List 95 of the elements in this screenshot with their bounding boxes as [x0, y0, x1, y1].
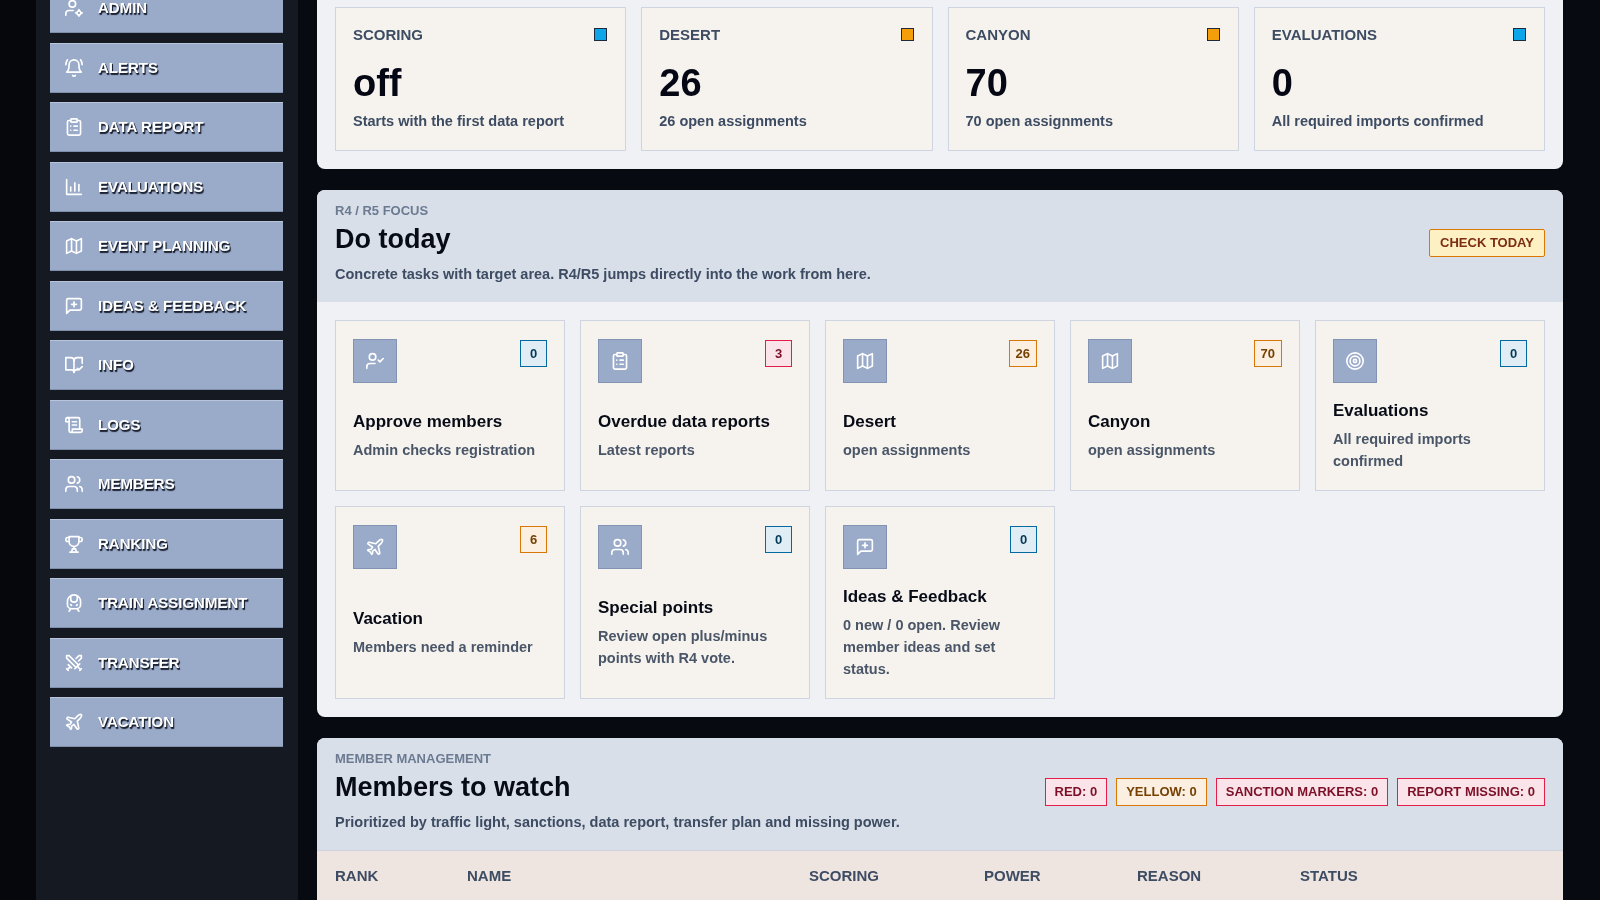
section-eyebrow: R4 / R5 FOCUS [335, 203, 430, 219]
nav-button[interactable]: VACATION [50, 697, 283, 747]
stat-value: 70 [965, 63, 1009, 103]
column-header: STATUS [1300, 867, 1358, 884]
task-description: open assignments [843, 441, 972, 460]
task-description: 0 new / 0 open. Review member ideas and set status. [843, 616, 1002, 679]
book-check-icon [65, 356, 83, 374]
map-icon [65, 237, 83, 255]
user-check-icon [353, 339, 397, 383]
crossed-swords-icon [65, 653, 83, 672]
task-card[interactable]: 0 Approve members Admin checks registration [335, 320, 565, 491]
stat-value: off [353, 63, 403, 103]
nav-button[interactable]: ALERTS [50, 42, 283, 93]
summary-tag: SANCTION MARKERS: 0 [1215, 777, 1389, 806]
nav-button[interactable]: INFO [50, 340, 283, 390]
task-title: Evaluations [1333, 400, 1430, 422]
task-description: Latest reports [598, 441, 696, 460]
section-title: Members to watch [335, 772, 572, 802]
map-icon [1088, 339, 1132, 383]
task-title: Overdue data reports [598, 411, 771, 433]
count-badge: 6 [520, 526, 547, 553]
stat-note: 26 open assignments [659, 112, 808, 131]
task-description: All required imports confirmed [1333, 430, 1472, 471]
bell-icon [65, 58, 83, 77]
clipboard-icon [65, 118, 83, 136]
nav-button[interactable]: EVALUATIONS [50, 161, 283, 212]
nav-button[interactable]: EVENT PLANNING [50, 221, 283, 271]
nav-button[interactable]: RANKING [50, 518, 283, 569]
count-badge: 0 [520, 340, 547, 367]
task-title: Canyon [1088, 411, 1152, 433]
stat-note: 70 open assignments [965, 112, 1114, 131]
task-card[interactable]: 0 Evaluations All required imports confirmed [1315, 320, 1545, 491]
stat-value: 26 [659, 63, 703, 103]
plane-icon [65, 713, 83, 731]
column-header: REASON [1137, 867, 1202, 884]
user-gear-icon [65, 0, 83, 17]
map-icon [843, 339, 887, 383]
section-description: Prioritized by traffic light, sanctions, data report, transfer plan and missing power. [335, 813, 900, 832]
count-badge: 0 [1500, 340, 1527, 367]
task-card[interactable]: 6 Vacation Members need a reminder [335, 506, 565, 699]
task-card[interactable]: 0 Ideas & Feedback 0 new / 0 open. Review member ideas and set status. [825, 506, 1055, 699]
nav-button[interactable]: MEMBERS [50, 459, 283, 509]
task-title: Special points [598, 597, 715, 619]
nav-button[interactable]: ADMIN [50, 0, 283, 33]
task-card[interactable]: 70 Canyon open assignments [1070, 320, 1300, 491]
plane-icon [353, 525, 397, 569]
nav-button[interactable]: LOGS [50, 399, 283, 450]
bar-chart-icon [65, 177, 83, 196]
count-badge: 70 [1253, 340, 1282, 367]
users-icon [598, 525, 642, 569]
task-description: Members need a reminder [353, 638, 534, 657]
section-description: Concrete tasks with target area. R4/R5 jumps directly into the work from here. [335, 265, 871, 284]
target-icon [1333, 339, 1377, 383]
nav-button[interactable]: TRANSFER [50, 637, 283, 688]
task-card[interactable]: 3 Overdue data reports Latest reports [580, 320, 810, 491]
stat-value: 0 [1271, 63, 1294, 103]
section-eyebrow: MEMBER MANAGEMENT [335, 751, 492, 767]
trophy-icon [65, 534, 83, 553]
stat-note: Starts with the first data report [353, 112, 566, 131]
summary-tag: REPORT MISSING: 0 [1397, 777, 1545, 806]
message-plus-icon [843, 525, 887, 569]
task-title: Approve members [353, 411, 504, 433]
clipboard-icon [598, 339, 642, 383]
users-icon [65, 475, 83, 493]
message-plus-icon [65, 296, 83, 315]
task-description: Admin checks registration [353, 441, 537, 460]
task-title: Desert [843, 411, 897, 433]
task-description: open assignments [1088, 441, 1217, 460]
task-title: Vacation [353, 608, 424, 630]
column-header: SCORING [809, 867, 879, 884]
nav-button[interactable]: TRAIN ASSIGNMENT [50, 578, 283, 628]
column-header: NAME [467, 867, 512, 884]
stat-label: DESERT [659, 25, 721, 45]
column-header: RANK [335, 867, 379, 884]
stat-label: SCORING [353, 25, 423, 45]
train-icon [65, 594, 83, 612]
summary-tag: YELLOW: 0 [1116, 777, 1207, 806]
task-card[interactable]: 0 Special points Review open plus/minus points with R4 vote. [580, 506, 810, 699]
task-title: Ideas & Feedback [843, 586, 988, 608]
count-badge: 3 [765, 340, 792, 367]
section-title: Do today [335, 224, 452, 254]
task-description: Review open plus/minus points with R4 vote. [598, 627, 769, 668]
stat-note: All required imports confirmed [1271, 112, 1485, 131]
scroll-icon [65, 415, 83, 434]
check-today-button[interactable]: CHECK TODAY [1429, 228, 1545, 257]
count-badge: 0 [1010, 526, 1037, 553]
task-card[interactable]: 26 Desert open assignments [825, 320, 1055, 491]
stat-label: CANYON [965, 25, 1031, 45]
count-badge: 26 [1008, 340, 1037, 367]
summary-tag: RED: 0 [1044, 777, 1108, 806]
stat-label: EVALUATIONS [1271, 25, 1378, 45]
nav-button[interactable]: IDEAS & FEEDBACK [50, 280, 283, 331]
column-header: POWER [984, 867, 1041, 884]
count-badge: 0 [765, 526, 792, 553]
nav-button[interactable]: DATA REPORT [50, 102, 283, 152]
